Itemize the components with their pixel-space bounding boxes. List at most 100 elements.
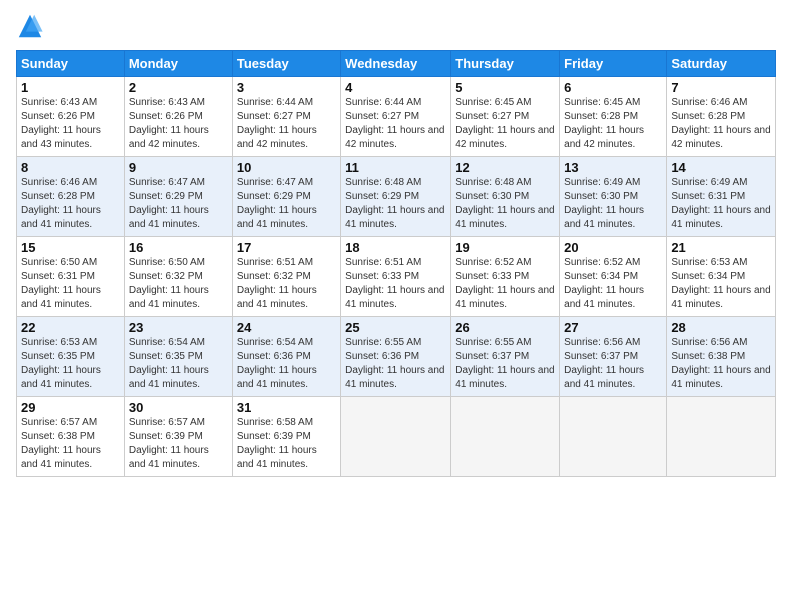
calendar-cell: 11 Sunrise: 6:48 AMSunset: 6:29 PMDaylig… [341,157,451,237]
day-header: Saturday [667,51,776,77]
day-detail: Sunrise: 6:47 AMSunset: 6:29 PMDaylight:… [129,176,228,232]
calendar-cell: 27 Sunrise: 6:56 AMSunset: 6:37 PMDaylig… [560,317,667,397]
header [16,16,776,40]
calendar-cell: 24 Sunrise: 6:54 AMSunset: 6:36 PMDaylig… [232,317,340,397]
day-number: 15 [21,240,120,255]
calendar-cell: 16 Sunrise: 6:50 AMSunset: 6:32 PMDaylig… [124,237,232,317]
calendar-cell: 5 Sunrise: 6:45 AMSunset: 6:27 PMDayligh… [451,77,560,157]
day-detail: Sunrise: 6:54 AMSunset: 6:36 PMDaylight:… [237,336,336,392]
day-header: Friday [560,51,667,77]
day-number: 1 [21,80,120,95]
calendar-week-row: 29 Sunrise: 6:57 AMSunset: 6:38 PMDaylig… [17,397,776,477]
calendar-cell: 13 Sunrise: 6:49 AMSunset: 6:30 PMDaylig… [560,157,667,237]
day-number: 27 [564,320,662,335]
calendar-week-row: 22 Sunrise: 6:53 AMSunset: 6:35 PMDaylig… [17,317,776,397]
calendar-cell: 18 Sunrise: 6:51 AMSunset: 6:33 PMDaylig… [341,237,451,317]
day-detail: Sunrise: 6:46 AMSunset: 6:28 PMDaylight:… [671,96,771,152]
day-detail: Sunrise: 6:55 AMSunset: 6:37 PMDaylight:… [455,336,555,392]
day-detail: Sunrise: 6:51 AMSunset: 6:32 PMDaylight:… [237,256,336,312]
day-number: 2 [129,80,228,95]
calendar-cell: 17 Sunrise: 6:51 AMSunset: 6:32 PMDaylig… [232,237,340,317]
day-number: 25 [345,320,446,335]
day-number: 18 [345,240,446,255]
calendar-cell: 20 Sunrise: 6:52 AMSunset: 6:34 PMDaylig… [560,237,667,317]
day-detail: Sunrise: 6:53 AMSunset: 6:34 PMDaylight:… [671,256,771,312]
day-header: Thursday [451,51,560,77]
day-number: 12 [455,160,555,175]
calendar-header-row: SundayMondayTuesdayWednesdayThursdayFrid… [17,51,776,77]
calendar-cell: 28 Sunrise: 6:56 AMSunset: 6:38 PMDaylig… [667,317,776,397]
calendar-cell [560,397,667,477]
day-detail: Sunrise: 6:58 AMSunset: 6:39 PMDaylight:… [237,416,336,472]
day-number: 16 [129,240,228,255]
day-number: 29 [21,400,120,415]
day-detail: Sunrise: 6:50 AMSunset: 6:31 PMDaylight:… [21,256,120,312]
calendar-cell: 29 Sunrise: 6:57 AMSunset: 6:38 PMDaylig… [17,397,125,477]
calendar-cell [341,397,451,477]
day-detail: Sunrise: 6:43 AMSunset: 6:26 PMDaylight:… [129,96,228,152]
day-detail: Sunrise: 6:57 AMSunset: 6:38 PMDaylight:… [21,416,120,472]
day-number: 13 [564,160,662,175]
day-detail: Sunrise: 6:55 AMSunset: 6:36 PMDaylight:… [345,336,446,392]
day-detail: Sunrise: 6:56 AMSunset: 6:38 PMDaylight:… [671,336,771,392]
day-detail: Sunrise: 6:46 AMSunset: 6:28 PMDaylight:… [21,176,120,232]
calendar-week-row: 15 Sunrise: 6:50 AMSunset: 6:31 PMDaylig… [17,237,776,317]
calendar-cell: 22 Sunrise: 6:53 AMSunset: 6:35 PMDaylig… [17,317,125,397]
day-number: 3 [237,80,336,95]
calendar-week-row: 8 Sunrise: 6:46 AMSunset: 6:28 PMDayligh… [17,157,776,237]
calendar: SundayMondayTuesdayWednesdayThursdayFrid… [16,50,776,477]
page: SundayMondayTuesdayWednesdayThursdayFrid… [0,0,792,612]
day-header: Monday [124,51,232,77]
day-number: 5 [455,80,555,95]
logo [16,16,46,40]
calendar-cell: 6 Sunrise: 6:45 AMSunset: 6:28 PMDayligh… [560,77,667,157]
day-number: 22 [21,320,120,335]
day-detail: Sunrise: 6:52 AMSunset: 6:33 PMDaylight:… [455,256,555,312]
calendar-cell: 9 Sunrise: 6:47 AMSunset: 6:29 PMDayligh… [124,157,232,237]
calendar-cell: 25 Sunrise: 6:55 AMSunset: 6:36 PMDaylig… [341,317,451,397]
calendar-cell: 7 Sunrise: 6:46 AMSunset: 6:28 PMDayligh… [667,77,776,157]
calendar-cell: 4 Sunrise: 6:44 AMSunset: 6:27 PMDayligh… [341,77,451,157]
calendar-cell: 23 Sunrise: 6:54 AMSunset: 6:35 PMDaylig… [124,317,232,397]
logo-icon [16,12,44,40]
day-detail: Sunrise: 6:48 AMSunset: 6:29 PMDaylight:… [345,176,446,232]
calendar-cell: 2 Sunrise: 6:43 AMSunset: 6:26 PMDayligh… [124,77,232,157]
day-detail: Sunrise: 6:56 AMSunset: 6:37 PMDaylight:… [564,336,662,392]
day-number: 6 [564,80,662,95]
day-number: 21 [671,240,771,255]
day-detail: Sunrise: 6:44 AMSunset: 6:27 PMDaylight:… [345,96,446,152]
day-detail: Sunrise: 6:53 AMSunset: 6:35 PMDaylight:… [21,336,120,392]
day-detail: Sunrise: 6:45 AMSunset: 6:28 PMDaylight:… [564,96,662,152]
day-number: 28 [671,320,771,335]
day-detail: Sunrise: 6:49 AMSunset: 6:30 PMDaylight:… [564,176,662,232]
calendar-week-row: 1 Sunrise: 6:43 AMSunset: 6:26 PMDayligh… [17,77,776,157]
calendar-cell: 15 Sunrise: 6:50 AMSunset: 6:31 PMDaylig… [17,237,125,317]
day-number: 17 [237,240,336,255]
calendar-cell: 19 Sunrise: 6:52 AMSunset: 6:33 PMDaylig… [451,237,560,317]
calendar-cell: 21 Sunrise: 6:53 AMSunset: 6:34 PMDaylig… [667,237,776,317]
day-detail: Sunrise: 6:48 AMSunset: 6:30 PMDaylight:… [455,176,555,232]
day-number: 8 [21,160,120,175]
day-number: 24 [237,320,336,335]
calendar-cell: 30 Sunrise: 6:57 AMSunset: 6:39 PMDaylig… [124,397,232,477]
calendar-cell [667,397,776,477]
day-number: 30 [129,400,228,415]
day-number: 23 [129,320,228,335]
day-detail: Sunrise: 6:49 AMSunset: 6:31 PMDaylight:… [671,176,771,232]
day-detail: Sunrise: 6:54 AMSunset: 6:35 PMDaylight:… [129,336,228,392]
day-number: 4 [345,80,446,95]
calendar-cell: 31 Sunrise: 6:58 AMSunset: 6:39 PMDaylig… [232,397,340,477]
day-number: 14 [671,160,771,175]
calendar-cell: 8 Sunrise: 6:46 AMSunset: 6:28 PMDayligh… [17,157,125,237]
day-header: Wednesday [341,51,451,77]
day-detail: Sunrise: 6:57 AMSunset: 6:39 PMDaylight:… [129,416,228,472]
day-number: 10 [237,160,336,175]
day-detail: Sunrise: 6:45 AMSunset: 6:27 PMDaylight:… [455,96,555,152]
day-header: Tuesday [232,51,340,77]
calendar-cell [451,397,560,477]
calendar-cell: 10 Sunrise: 6:47 AMSunset: 6:29 PMDaylig… [232,157,340,237]
day-number: 9 [129,160,228,175]
day-number: 26 [455,320,555,335]
calendar-cell: 1 Sunrise: 6:43 AMSunset: 6:26 PMDayligh… [17,77,125,157]
day-detail: Sunrise: 6:47 AMSunset: 6:29 PMDaylight:… [237,176,336,232]
